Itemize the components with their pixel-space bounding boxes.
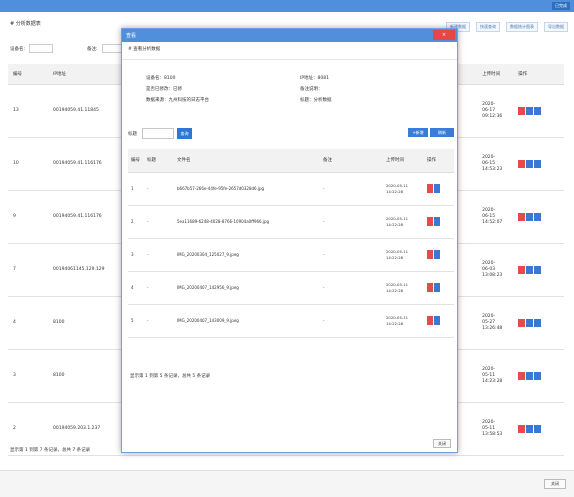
- edit-icon[interactable]: [534, 212, 542, 221]
- view-icon[interactable]: [526, 106, 534, 115]
- m-header-time: 上传时间: [383, 149, 424, 173]
- delete-icon[interactable]: [427, 217, 433, 226]
- table-row: 1 - b667b57-266e-44fe-95fe-2657d0328d6.j…: [128, 172, 454, 206]
- table-row: 3 - IMG_20200304_125027_9.jpeg - 2020-05…: [128, 238, 454, 272]
- info-row: 设备名：8100 IP地址：8081: [146, 76, 329, 81]
- modal-dialog: 查看 × # 查看分析数据 设备名：8100 IP地址：8081 是否已修改：已…: [121, 28, 458, 453]
- delete-icon[interactable]: [427, 283, 433, 292]
- query-button[interactable]: 查询: [177, 128, 192, 139]
- row-time: 2020- 05-11 14:23:28: [477, 349, 514, 403]
- row-no: 7: [8, 243, 48, 297]
- delete-icon[interactable]: [518, 371, 526, 380]
- query-input[interactable]: [142, 128, 174, 139]
- file-name[interactable]: b667b57-266e-44fe-95fe-2657d0328d6.jpg: [174, 172, 320, 206]
- edit-icon[interactable]: [534, 424, 542, 433]
- view-icon[interactable]: [526, 424, 534, 433]
- row-time: 2020- 06-15 14:53:23: [477, 137, 514, 191]
- row-no: 10: [8, 137, 48, 191]
- table-row: 4 - IMG_20200407_142956_9.jpeg - 2020-05…: [128, 271, 454, 305]
- header-time: 上传时间: [477, 64, 514, 85]
- row-time: 2020- 05-27 13:26:48: [477, 296, 514, 350]
- view-icon[interactable]: [526, 371, 534, 380]
- modal-summary: 显示第 1 到第 5 条记录，总共 5 条记录: [130, 374, 211, 379]
- detail-info: 设备名：8100 IP地址：8081 是否已修改：已修 备注说明： 数据来源：九…: [146, 73, 446, 106]
- page-filter: 设备名: 备注:: [10, 44, 126, 53]
- delete-icon[interactable]: [427, 316, 433, 325]
- delete-icon[interactable]: [518, 159, 526, 168]
- edit-icon[interactable]: [534, 371, 542, 380]
- file-name[interactable]: IMG_20200407_142956_9.jpeg: [174, 271, 320, 305]
- page-links: 新建数据 快速查询 数据统计图表 导出数据: [446, 22, 568, 32]
- delete-icon[interactable]: [518, 265, 526, 274]
- row-no: 3: [8, 349, 48, 403]
- modal-title: 查看: [126, 33, 137, 39]
- delete-icon[interactable]: [518, 318, 526, 327]
- delete-icon[interactable]: [518, 212, 526, 221]
- edit-icon[interactable]: [434, 283, 440, 292]
- filter-label-note: 备注:: [87, 46, 98, 52]
- top-bar: 已完成: [0, 0, 574, 12]
- modal-close-button[interactable]: 关闭: [433, 439, 451, 448]
- m-header-title: 标题: [144, 149, 174, 173]
- edit-icon[interactable]: [534, 159, 542, 168]
- m-header-file: 文件名: [174, 149, 320, 173]
- edit-icon[interactable]: [534, 106, 542, 115]
- view-icon[interactable]: [526, 212, 534, 221]
- file-name[interactable]: 5ea11689-6248-4028-8766-10904a0ff966.jpg: [174, 205, 320, 239]
- file-name[interactable]: IMG_20200304_125027_9.jpeg: [174, 238, 320, 272]
- delete-icon[interactable]: [427, 184, 433, 193]
- row-time: 2020- 06-03 13:08:23: [477, 243, 514, 297]
- row-time: 2020- 06-15 14:52:07: [477, 190, 514, 244]
- header-blank: [468, 64, 478, 85]
- header-ops: 操作: [513, 64, 564, 85]
- edit-icon[interactable]: [534, 318, 542, 327]
- row-time: 2020- 05-11 13:58:53: [477, 402, 514, 456]
- breadcrumb: # 查看分析数据: [128, 47, 161, 52]
- table-row: 2 - 5ea11689-6248-4028-8766-10904a0ff966…: [128, 205, 454, 239]
- modal-table: 编号 标题 文件名 备注 上传时间 操作 1 - b667b57-266e-44…: [128, 149, 454, 338]
- close-icon[interactable]: ×: [433, 30, 455, 40]
- info-row: 是否已修改：已修 备注说明：: [146, 87, 323, 92]
- add-button[interactable]: +新增: [408, 128, 428, 137]
- top-bar-button[interactable]: 已完成: [552, 2, 570, 10]
- edit-icon[interactable]: [434, 217, 440, 226]
- filter-label-device: 设备名:: [10, 46, 26, 52]
- page-footer: 显示第 1 到第 7 条记录，总共 7 条记录: [10, 448, 91, 453]
- filter-input-device[interactable]: [29, 44, 54, 53]
- view-icon[interactable]: [526, 318, 534, 327]
- view-icon[interactable]: [526, 159, 534, 168]
- delete-icon[interactable]: [518, 106, 526, 115]
- query-label: 标题: [128, 132, 137, 137]
- edit-icon[interactable]: [534, 265, 542, 274]
- delete-icon[interactable]: [518, 424, 526, 433]
- file-name[interactable]: IMG_20200407_143009_9.jpeg: [174, 304, 320, 338]
- link-export[interactable]: 导出数据: [544, 22, 568, 32]
- refresh-button[interactable]: 刷新: [430, 128, 454, 137]
- delete-icon[interactable]: [427, 250, 433, 259]
- m-header-ops: 操作: [424, 149, 454, 173]
- edit-icon[interactable]: [434, 250, 440, 259]
- view-icon[interactable]: [526, 265, 534, 274]
- info-row: 数据来源：九州科技的日志平台 标题：分析数据: [146, 98, 332, 103]
- row-no: 9: [8, 190, 48, 244]
- row-time: 2020- 06-17 09:12:36: [477, 84, 514, 138]
- row-no: 13: [8, 84, 48, 138]
- modal-header: 查看 ×: [122, 29, 457, 42]
- header-no: 编号: [8, 64, 48, 85]
- edit-icon[interactable]: [434, 316, 440, 325]
- table-row: 5 - IMG_20200407_143009_9.jpeg - 2020-05…: [128, 304, 454, 338]
- row-no: 4: [8, 296, 48, 350]
- query-row: 标题 查询 +新增 刷新: [128, 127, 454, 141]
- link-statistics[interactable]: 数据统计图表: [506, 22, 538, 32]
- modal-divider: [122, 59, 457, 60]
- m-header-note: 备注: [320, 149, 383, 173]
- m-header-no: 编号: [128, 149, 144, 173]
- edit-icon[interactable]: [434, 184, 440, 193]
- link-quick-query[interactable]: 快速查询: [476, 22, 500, 32]
- page-close-bar: 关闭: [0, 470, 574, 497]
- page-title: # 分析数据表: [10, 21, 41, 27]
- page-close-button[interactable]: 关闭: [544, 479, 566, 489]
